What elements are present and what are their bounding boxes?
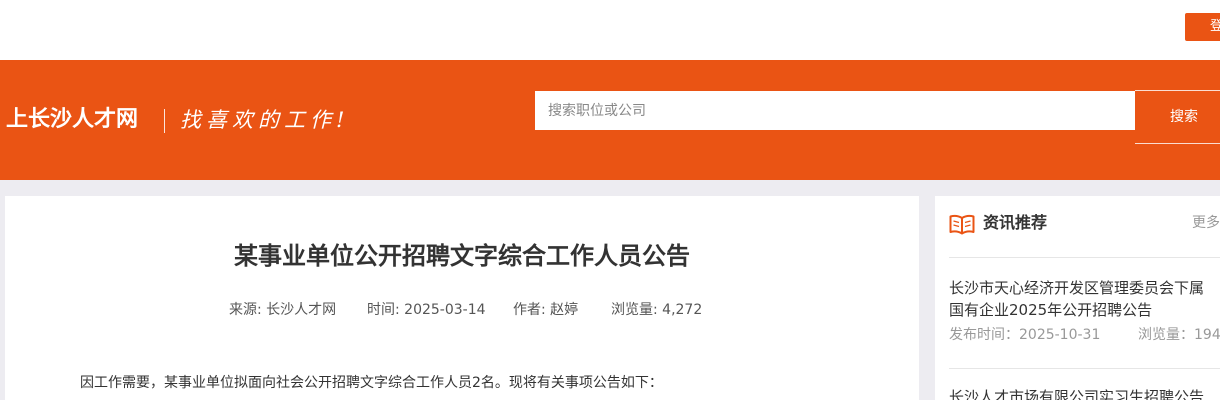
article-panel: 某事业单位公开招聘文字综合工作人员公告 来源: 长沙人才网 时间: 2025-0…: [5, 196, 919, 400]
sidebar-title: 资讯推荐: [983, 213, 1048, 232]
article-title: 某事业单位公开招聘文字综合工作人员公告: [234, 242, 690, 270]
search-button[interactable]: 搜索: [1135, 90, 1220, 144]
article-time: 时间: 2025-03-14: [367, 302, 486, 318]
news-item-title[interactable]: 长沙市天心经济开发区管理委员会下属国有企业2025年公开招聘公告: [949, 277, 1209, 321]
site-slogan: 找喜欢的工作!: [180, 108, 350, 132]
news-item[interactable]: 长沙人才市场有限公司实习生招聘公告: [949, 386, 1220, 400]
news-item-views: 浏览量：194: [1138, 327, 1220, 343]
news-item-meta: 发布时间：2025-10-31 浏览量：194: [949, 324, 1220, 346]
sidebar-header: 资讯推荐 更多: [935, 196, 1220, 256]
site-logo[interactable]: 上长沙人才网: [6, 106, 138, 134]
site-header: 上长沙人才网 找喜欢的工作! 搜索: [0, 60, 1220, 180]
top-bar: 登录: [0, 0, 1220, 60]
logo-divider: [164, 109, 165, 133]
divider: [949, 257, 1220, 258]
search-input[interactable]: [535, 91, 1135, 130]
news-item-date: 发布时间：2025-10-31: [949, 327, 1101, 343]
article-source: 来源: 长沙人才网: [229, 302, 337, 318]
divider: [949, 368, 1220, 369]
login-button[interactable]: 登录: [1185, 13, 1220, 41]
article-body: 因工作需要，某事业单位拟面向社会公开招聘文字综合工作人员2名。现将有关事项公告如…: [80, 375, 663, 391]
book-icon: [949, 213, 975, 235]
news-item[interactable]: 长沙市天心经济开发区管理委员会下属国有企业2025年公开招聘公告 发布时间：20…: [949, 277, 1220, 346]
article-views: 浏览量: 4,272: [611, 302, 703, 318]
article-author: 作者: 赵婷: [513, 302, 579, 318]
news-item-title[interactable]: 长沙人才市场有限公司实习生招聘公告: [949, 386, 1209, 400]
sidebar-more-link[interactable]: 更多: [1192, 212, 1220, 234]
news-sidebar: 资讯推荐 更多 长沙市天心经济开发区管理委员会下属国有企业2025年公开招聘公告…: [935, 196, 1220, 400]
